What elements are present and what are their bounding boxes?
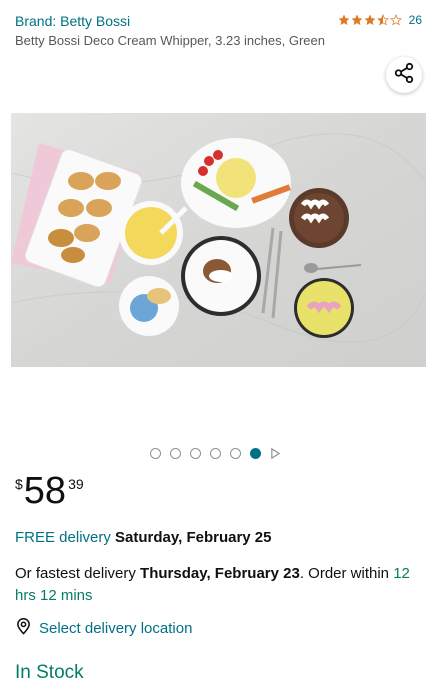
- carousel-dot-active[interactable]: [250, 448, 261, 459]
- price-symbol: $: [15, 476, 23, 492]
- price-fraction: 39: [68, 476, 84, 492]
- carousel-dot[interactable]: [230, 448, 241, 459]
- product-image[interactable]: [11, 113, 426, 367]
- star-rating: [338, 14, 402, 26]
- carousel-dot[interactable]: [190, 448, 201, 459]
- star-full-icon: [351, 14, 363, 26]
- delivery-date: Saturday, February 25: [115, 529, 272, 546]
- location-label: Select delivery location: [39, 620, 193, 637]
- price-whole: 58: [23, 470, 67, 512]
- star-full-icon: [364, 14, 376, 26]
- free-delivery-link[interactable]: FREE delivery: [15, 529, 111, 546]
- location-pin-icon: [15, 618, 32, 639]
- carousel-dot[interactable]: [210, 448, 221, 459]
- play-next-icon[interactable]: [270, 448, 281, 459]
- stock-status: In Stock: [15, 662, 84, 683]
- fastest-prefix: Or fastest delivery: [15, 565, 141, 582]
- carousel-dot[interactable]: [150, 448, 161, 459]
- fastest-delivery-info: Or fastest delivery Thursday, February 2…: [15, 563, 430, 607]
- brand-link[interactable]: Brand: Betty Bossi: [15, 13, 130, 29]
- share-button[interactable]: [386, 57, 422, 93]
- rating-count: 26: [408, 13, 422, 27]
- product-title: Betty Bossi Deco Cream Whipper, 3.23 inc…: [15, 33, 325, 48]
- share-icon: [393, 62, 415, 89]
- star-full-icon: [338, 14, 350, 26]
- carousel-dot[interactable]: [170, 448, 181, 459]
- star-half-icon: [376, 14, 389, 26]
- select-delivery-location[interactable]: Select delivery location: [15, 618, 192, 639]
- star-empty-icon: [389, 14, 402, 26]
- price: $ 58 39: [15, 470, 84, 512]
- rating[interactable]: 26: [338, 13, 422, 27]
- image-carousel-indicator[interactable]: [150, 448, 281, 459]
- delivery-info: FREE delivery Saturday, February 25: [15, 529, 271, 546]
- fastest-date: Thursday, February 23: [140, 565, 300, 582]
- fastest-middle: . Order within: [299, 565, 394, 582]
